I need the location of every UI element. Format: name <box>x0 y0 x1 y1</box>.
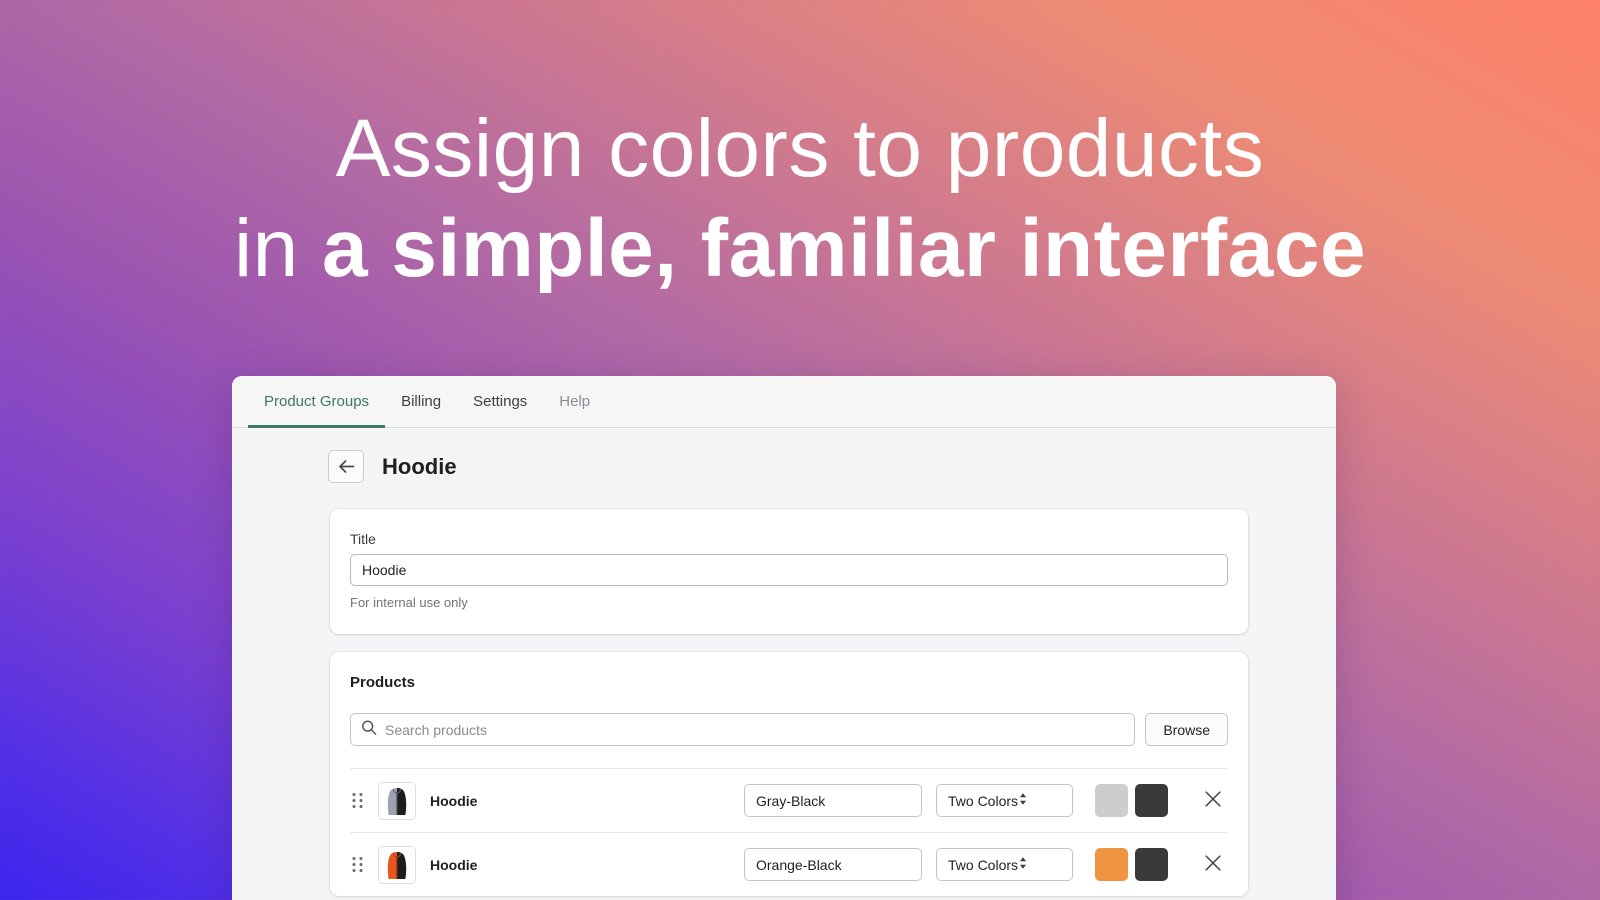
swatch-secondary[interactable] <box>1135 848 1168 881</box>
search-input-wrapper <box>350 713 1136 746</box>
arrow-left-icon <box>338 459 355 474</box>
hoodie-orange-black-thumbnail[interactable] <box>378 845 416 884</box>
color-name-input[interactable] <box>744 784 922 817</box>
close-icon <box>1204 790 1222 811</box>
tab-help[interactable]: Help <box>543 376 606 427</box>
tab-billing-label: Billing <box>401 393 442 410</box>
title-input[interactable] <box>350 554 1228 586</box>
swatch-secondary[interactable] <box>1135 784 1168 817</box>
search-input[interactable] <box>350 713 1136 746</box>
product-name: Hoodie <box>430 856 478 873</box>
products-card: Products Browse <box>330 652 1248 896</box>
color-type-value: Two Colors <box>948 792 1019 809</box>
app-window: Product Groups Billing Settings Help Hoo… <box>232 376 1336 900</box>
color-type-value: Two Colors <box>948 856 1019 873</box>
remove-product-button[interactable] <box>1198 850 1228 880</box>
stepper-arrows-icon <box>1018 855 1063 874</box>
tab-bar: Product Groups Billing Settings Help <box>232 376 1336 428</box>
page-title: Hoodie <box>382 453 457 479</box>
hero-line-1: Assign colors to products <box>335 103 1265 194</box>
table-row: Hoodie Two Colors <box>350 832 1228 896</box>
title-help-text: For internal use only <box>350 595 468 610</box>
color-name-input[interactable] <box>744 848 922 881</box>
back-button[interactable] <box>328 450 364 483</box>
product-name: Hoodie <box>430 792 478 809</box>
title-field-label: Title <box>350 531 376 547</box>
tab-billing[interactable]: Billing <box>385 376 457 427</box>
title-card: Title For internal use only <box>330 509 1248 634</box>
stepper-arrows-icon <box>1018 791 1063 810</box>
hero-headline: Assign colors to products in a simple, f… <box>0 108 1600 290</box>
drag-handle-icon[interactable] <box>350 856 364 873</box>
products-heading: Products <box>350 674 416 691</box>
table-row: Hoodie Two Colors <box>350 768 1228 832</box>
remove-product-button[interactable] <box>1198 786 1228 816</box>
product-search-row: Browse <box>350 713 1228 746</box>
swatch-group <box>1095 848 1168 881</box>
tab-settings[interactable]: Settings <box>457 376 543 427</box>
hero-line-2-bold: a simple, familiar interface <box>322 203 1367 294</box>
drag-handle-icon[interactable] <box>350 792 364 809</box>
close-icon <box>1204 854 1222 875</box>
tab-settings-label: Settings <box>473 393 528 410</box>
swatch-primary[interactable] <box>1095 784 1128 817</box>
tab-help-label: Help <box>559 393 591 410</box>
hero-line-2-light: in <box>233 203 323 294</box>
page-header: Hoodie <box>232 428 1336 483</box>
browse-button[interactable]: Browse <box>1145 713 1228 746</box>
tab-product-groups-label: Product Groups <box>264 393 370 410</box>
hero-line-2: in a simple, familiar interface <box>0 208 1600 290</box>
hoodie-gray-black-thumbnail[interactable] <box>378 781 416 820</box>
swatch-primary[interactable] <box>1095 848 1128 881</box>
swatch-group <box>1095 784 1168 817</box>
color-type-select[interactable]: Two Colors <box>936 848 1073 881</box>
color-type-select[interactable]: Two Colors <box>936 784 1073 817</box>
tab-product-groups[interactable]: Product Groups <box>248 376 386 428</box>
